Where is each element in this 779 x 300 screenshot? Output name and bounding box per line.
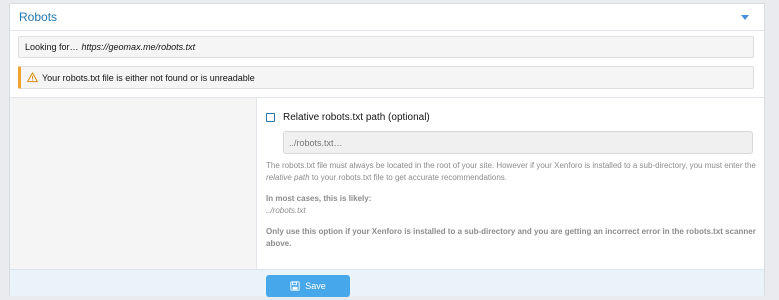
looking-prefix: Looking for… <box>25 42 79 52</box>
explain-emphasis: relative path <box>266 173 310 182</box>
relative-path-label: Relative robots.txt path (optional) <box>283 112 430 123</box>
looking-url: https://geomax.me/robots.txt <box>81 42 196 52</box>
form-label-column <box>10 98 257 269</box>
robots-path-input[interactable] <box>283 131 753 154</box>
looking-for-bar: Looking for… https://geomax.me/robots.tx… <box>18 36 754 58</box>
explain-part1: The robots.txt file must always be locat… <box>266 161 756 170</box>
relative-path-checkbox[interactable] <box>266 113 275 122</box>
relative-path-checkbox-row[interactable]: Relative robots.txt path (optional) <box>266 112 430 123</box>
form-input-column: Relative robots.txt path (optional) The … <box>266 98 756 269</box>
only-use-note: Only use this option if your Xenforo is … <box>266 227 756 248</box>
warning-bar: Your robots.txt file is either not found… <box>18 66 754 89</box>
likely-heading: In most cases, this is likely: <box>266 194 372 203</box>
robots-panel: Robots Looking for… https://geomax.me/ro… <box>9 3 765 297</box>
chevron-down-icon[interactable] <box>741 15 749 20</box>
save-label: Save <box>305 281 326 291</box>
explain-text: The robots.txt file must always be locat… <box>266 160 756 184</box>
likely-value: ../robots.txt <box>266 206 306 215</box>
panel-title: Robots <box>19 10 58 24</box>
explain-part2: to your robots.txt file to get accurate … <box>309 173 508 182</box>
form-area: Relative robots.txt path (optional) The … <box>10 97 764 269</box>
form-footer: Save <box>10 269 764 297</box>
save-button[interactable]: Save <box>266 275 350 297</box>
warning-icon <box>27 72 38 83</box>
save-icon <box>290 281 300 291</box>
panel-header[interactable]: Robots <box>10 4 764 31</box>
warning-text: Your robots.txt file is either not found… <box>42 72 255 83</box>
